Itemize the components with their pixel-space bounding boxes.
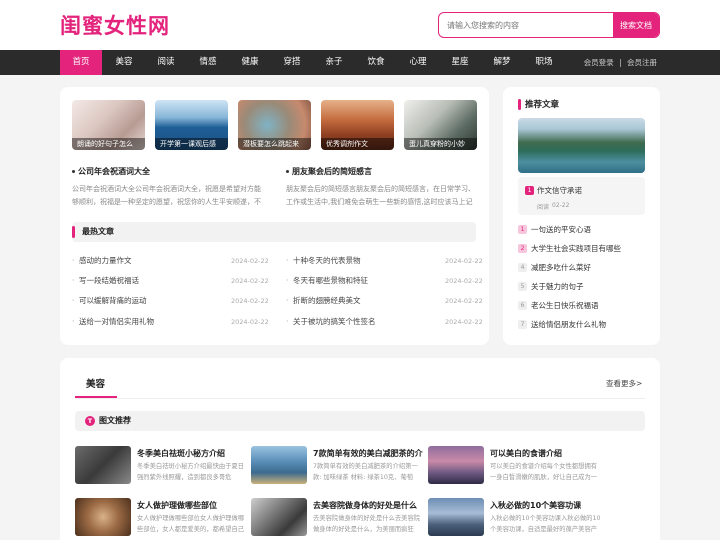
- nav-item-psychology[interactable]: 心理: [398, 50, 438, 75]
- recommend-featured-title[interactable]: 作文信守承诺: [537, 185, 582, 196]
- register-link[interactable]: 会员注册: [627, 58, 657, 67]
- featured-thumb-caption: 潜板要怎么跳起来: [238, 138, 311, 150]
- nav-item-food[interactable]: 饮食: [356, 50, 396, 75]
- hot-article-date: 2024-02-22: [445, 297, 483, 305]
- article-title[interactable]: 7款简单有效的美白减肥茶的介: [313, 448, 423, 459]
- recommend-title: 推荐文章: [518, 98, 559, 110]
- section-marker: [72, 226, 75, 238]
- site-logo[interactable]: 闺蜜女性网: [60, 10, 170, 40]
- nav-item-beauty[interactable]: 美容: [104, 50, 144, 75]
- recommend-link[interactable]: 一句送的平安心语: [531, 224, 591, 235]
- article-desc: 入秋必做的10个美容功课入秋必做的10个美容功课，自适是最好的葆产美容产: [490, 515, 601, 533]
- rank-badge: 7: [518, 320, 527, 329]
- article-thumb[interactable]: [251, 446, 307, 484]
- article-title[interactable]: 去美容院做身体的好处是什么: [313, 500, 417, 511]
- hot-article-link[interactable]: 送给一对情侣实用礼物: [72, 315, 232, 329]
- hot-article-date: 2024-02-22: [445, 318, 483, 326]
- article-desc: 冬季美白祛斑小秘方介绍最快由于夏日强烈紫外线照耀，造到都良多哥危: [137, 463, 245, 481]
- hot-article-link[interactable]: 关于被坑的搞笑个性签名: [286, 315, 446, 329]
- nav-auth: 会员登录 | 会员注册: [584, 50, 657, 75]
- hot-article-link[interactable]: 写一段结婚祝福话: [72, 274, 232, 288]
- nav-item-career[interactable]: 职场: [524, 50, 564, 75]
- hot-article-date: 2024-02-22: [231, 277, 269, 285]
- article-thumb[interactable]: [428, 498, 484, 536]
- recommend-link[interactable]: 大学生社会实践项目有哪些: [531, 243, 621, 254]
- beauty-section-title[interactable]: 美容: [86, 376, 105, 390]
- hot-article-link[interactable]: 折断的翅膀经典美文: [286, 294, 446, 308]
- rank-badge: 4: [518, 263, 527, 272]
- article-title[interactable]: 女人做护理做哪些部位: [137, 500, 217, 511]
- nav-item-health[interactable]: 健康: [230, 50, 270, 75]
- article-thumb[interactable]: [428, 446, 484, 484]
- main-nav: 首页 美容 阅读 情感 健康 穿搭 亲子 饮食 心理 星座 解梦 职场 会员登录…: [0, 50, 720, 75]
- article-thumb[interactable]: [75, 446, 131, 484]
- featured-thumb[interactable]: 开学第一课观后感: [155, 100, 228, 150]
- hot-article-link[interactable]: 十种冬天的代表景物: [286, 254, 446, 268]
- article-thumb[interactable]: [251, 498, 307, 536]
- picture-recommend-header: T 图文推荐: [75, 411, 645, 431]
- lead-article-summary: 公司年会祝酒词大全公司年会祝酒词大全，祝愿是希望对方能够顺利，祝福是一种坚定的愿…: [72, 185, 261, 206]
- article-title[interactable]: 可以美白的食谱介绍: [490, 448, 562, 459]
- nav-item-horoscope[interactable]: 星座: [440, 50, 480, 75]
- nav-item-reading[interactable]: 阅读: [146, 50, 186, 75]
- featured-thumb[interactable]: 潜板要怎么跳起来: [238, 100, 311, 150]
- featured-thumb[interactable]: 优秀调剂作文: [321, 100, 394, 150]
- article-title[interactable]: 入秋必做的10个美容功课: [490, 500, 581, 511]
- featured-thumb-caption: 蛋儿真穿粉的小妙: [404, 138, 477, 150]
- section-divider: [75, 398, 645, 399]
- search-input[interactable]: [439, 13, 615, 37]
- recommend-featured-meta: 阅读: [537, 204, 550, 211]
- article-desc: 女人做护理做哪些部位女人做护理做哪些部位，女人都是爱美的，都希望自己: [137, 515, 245, 533]
- hot-article-date: 2024-02-22: [231, 297, 269, 305]
- hot-article-link[interactable]: 可以缓解背痛的运动: [72, 294, 232, 308]
- lead-article-summary: 朋友聚会后的简短感言朋友聚会后的简短感言，在日常学习、工作或生活中,我们难免会萌…: [286, 185, 475, 206]
- site-header: 闺蜜女性网 搜索文档: [0, 0, 720, 50]
- section-underline: [75, 396, 117, 398]
- article-thumb[interactable]: [75, 498, 131, 536]
- featured-thumb-caption: 优秀调剂作文: [321, 138, 394, 150]
- hot-articles-header: 最热文章: [72, 222, 476, 242]
- featured-thumb-caption: 朗诵的好句子怎么: [72, 138, 145, 150]
- nav-item-emotion[interactable]: 情感: [188, 50, 228, 75]
- recommend-featured[interactable]: 1 作文信守承诺 阅读 02-22: [518, 177, 645, 215]
- article-title[interactable]: 冬季美白祛斑小秘方介绍: [137, 448, 225, 459]
- rank-badge: 1: [518, 225, 527, 234]
- search-box: 搜索文档: [438, 12, 660, 38]
- lead-article-title[interactable]: 公司年会祝酒词大全: [72, 166, 150, 177]
- auth-separator: |: [619, 58, 622, 67]
- login-link[interactable]: 会员登录: [584, 58, 614, 67]
- recommend-link[interactable]: 老公生日快乐祝福语: [531, 300, 599, 311]
- t-badge-icon: T: [85, 416, 95, 426]
- recommend-image[interactable]: [518, 118, 645, 173]
- hot-article-date: 2024-02-22: [445, 257, 483, 265]
- article-desc: 去美容院做身体的好处是什么去美容院做身体的好处是什么，为美丽而疯狂: [313, 515, 421, 533]
- nav-item-parenting[interactable]: 亲子: [314, 50, 354, 75]
- hot-article-date: 2024-02-22: [445, 277, 483, 285]
- article-desc: 7款简单有效的美白减肥茶的介绍第一款: 加味绿茶 材料: 绿茶10克、葡萄: [313, 463, 418, 481]
- article-desc: 可以美白的食谱介绍每个女性都想拥有一身白皙滑嫩的肌肤，好让自己成为一: [490, 463, 598, 481]
- nav-item-home[interactable]: 首页: [60, 50, 102, 75]
- recommend-link[interactable]: 减肥多吃什么菜好: [531, 262, 591, 273]
- rank-badge: 1: [525, 186, 534, 195]
- view-more-link[interactable]: 查看更多>: [606, 378, 642, 389]
- nav-item-dreams[interactable]: 解梦: [482, 50, 522, 75]
- featured-thumb[interactable]: 蛋儿真穿粉的小妙: [404, 100, 477, 150]
- hot-article-link[interactable]: 感动的力量作文: [72, 254, 232, 268]
- featured-thumb-caption: 开学第一课观后感: [155, 138, 228, 150]
- recommend-featured-date: 02-22: [552, 202, 570, 209]
- picture-recommend-title: 图文推荐: [99, 416, 131, 425]
- rank-badge: 5: [518, 282, 527, 291]
- lead-article-title[interactable]: 朋友聚会后的简短感言: [286, 166, 372, 177]
- hot-articles-title: 最热文章: [82, 227, 114, 236]
- recommend-link[interactable]: 送给情侣朋友什么礼物: [531, 319, 606, 330]
- search-button[interactable]: 搜索文档: [613, 13, 659, 37]
- rank-badge: 2: [518, 244, 527, 253]
- nav-item-fashion[interactable]: 穿搭: [272, 50, 312, 75]
- hot-article-date: 2024-02-22: [231, 257, 269, 265]
- featured-thumb[interactable]: 朗诵的好句子怎么: [72, 100, 145, 150]
- hot-article-date: 2024-02-22: [231, 318, 269, 326]
- rank-badge: 6: [518, 301, 527, 310]
- recommend-link[interactable]: 关于魅力的句子: [531, 281, 584, 292]
- hot-article-link[interactable]: 冬天有哪些景物和特征: [286, 274, 446, 288]
